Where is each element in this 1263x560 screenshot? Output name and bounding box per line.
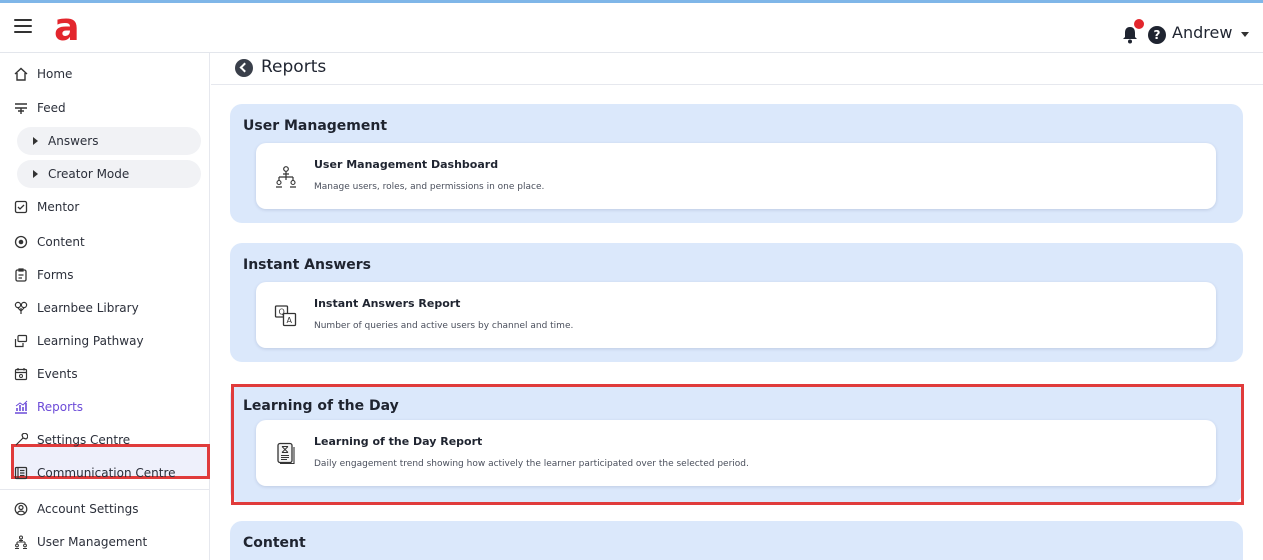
sidebar: Home Feed Answers Creator Mode Mentor Co… bbox=[0, 53, 210, 560]
help-icon[interactable]: ? bbox=[1148, 26, 1166, 44]
sidebar-item-label: Learnbee Library bbox=[37, 301, 139, 315]
section-user-management: User Management User Management Dashboar… bbox=[230, 104, 1243, 223]
sidebar-subitem-answers[interactable]: Answers bbox=[17, 127, 201, 155]
reports-icon bbox=[14, 400, 28, 414]
sidebar-item-label: Learning Pathway bbox=[37, 334, 144, 348]
calendar-icon bbox=[14, 367, 28, 381]
menu-icon[interactable] bbox=[14, 19, 32, 33]
top-bar: a ? Andrew bbox=[0, 0, 1263, 53]
sidebar-item-label: Answers bbox=[48, 134, 99, 148]
sidebar-item-label: User Management bbox=[37, 535, 148, 549]
users-icon bbox=[14, 535, 28, 549]
sidebar-item-account-settings[interactable]: Account Settings bbox=[14, 495, 204, 523]
communication-icon bbox=[14, 466, 28, 480]
card-description: Number of queries and active users by ch… bbox=[314, 321, 574, 331]
notification-badge bbox=[1134, 19, 1144, 29]
card-description: Manage users, roles, and permissions in … bbox=[314, 182, 545, 192]
sidebar-item-reports[interactable]: Reports bbox=[14, 393, 204, 421]
report-card-instant-answers-report[interactable]: Q A Instant Answers Report Number of que… bbox=[256, 282, 1216, 348]
section-title: User Management bbox=[243, 118, 388, 134]
chevron-down-icon[interactable] bbox=[1241, 32, 1249, 37]
caret-right-icon bbox=[33, 170, 38, 178]
settings-icon bbox=[14, 433, 28, 447]
sidebar-item-learning-pathway[interactable]: Learning Pathway bbox=[14, 327, 204, 355]
highlight-box bbox=[231, 384, 1244, 505]
report-card-user-management-dashboard[interactable]: User Management Dashboard Manage users, … bbox=[256, 143, 1216, 209]
pathway-icon bbox=[14, 334, 28, 348]
sidebar-item-label: Communication Centre bbox=[37, 466, 176, 480]
sidebar-item-user-management[interactable]: User Management bbox=[14, 528, 204, 556]
page-title: Reports bbox=[261, 57, 327, 77]
mentor-icon bbox=[14, 200, 28, 214]
sidebar-item-label: Creator Mode bbox=[48, 167, 130, 181]
forms-icon bbox=[14, 268, 28, 282]
sidebar-item-label: Feed bbox=[37, 101, 66, 115]
feed-icon bbox=[14, 101, 28, 115]
sidebar-item-forms[interactable]: Forms bbox=[14, 261, 204, 289]
sidebar-item-content[interactable]: Content bbox=[14, 228, 204, 256]
section-instant-answers: Instant Answers Q A Instant Answers Repo… bbox=[230, 243, 1243, 362]
sidebar-subitem-creator-mode[interactable]: Creator Mode bbox=[17, 160, 201, 188]
content-icon bbox=[14, 235, 28, 249]
sidebar-item-label: Reports bbox=[37, 400, 84, 414]
caret-right-icon bbox=[33, 137, 38, 145]
card-title: User Management Dashboard bbox=[314, 158, 499, 171]
sidebar-item-label: Content bbox=[37, 235, 85, 249]
qa-translate-icon: Q A bbox=[274, 305, 297, 327]
sidebar-item-mentor[interactable]: Mentor bbox=[14, 193, 204, 221]
sidebar-item-label: Account Settings bbox=[37, 502, 139, 516]
sidebar-item-label: Settings Centre bbox=[37, 433, 131, 447]
sidebar-item-events[interactable]: Events bbox=[14, 360, 204, 388]
card-title: Instant Answers Report bbox=[314, 297, 461, 310]
account-icon bbox=[14, 502, 28, 516]
user-network-icon bbox=[276, 166, 296, 188]
sidebar-item-label: Mentor bbox=[37, 200, 80, 214]
sidebar-item-learnbee-library[interactable]: Learnbee Library bbox=[14, 294, 204, 322]
svg-text:A: A bbox=[287, 316, 293, 325]
sidebar-divider bbox=[0, 489, 210, 490]
user-menu[interactable]: Andrew bbox=[1172, 23, 1232, 42]
sidebar-item-settings-centre[interactable]: Settings Centre bbox=[14, 426, 204, 454]
sidebar-item-label: Forms bbox=[37, 268, 74, 282]
home-icon bbox=[14, 67, 28, 81]
sidebar-item-feed[interactable]: Feed bbox=[14, 94, 204, 122]
page-header: Reports bbox=[211, 53, 1263, 85]
sidebar-item-label: Home bbox=[37, 67, 73, 81]
app-logo[interactable]: a bbox=[54, 5, 80, 49]
section-content: Content bbox=[230, 521, 1243, 560]
sidebar-item-label: Events bbox=[37, 367, 78, 381]
section-title: Instant Answers bbox=[243, 257, 371, 273]
section-title: Content bbox=[243, 535, 306, 551]
sidebar-item-communication-centre[interactable]: Communication Centre bbox=[14, 459, 204, 487]
sidebar-item-home[interactable]: Home bbox=[14, 60, 204, 88]
back-arrow-icon[interactable] bbox=[235, 59, 253, 77]
library-icon bbox=[14, 301, 28, 315]
